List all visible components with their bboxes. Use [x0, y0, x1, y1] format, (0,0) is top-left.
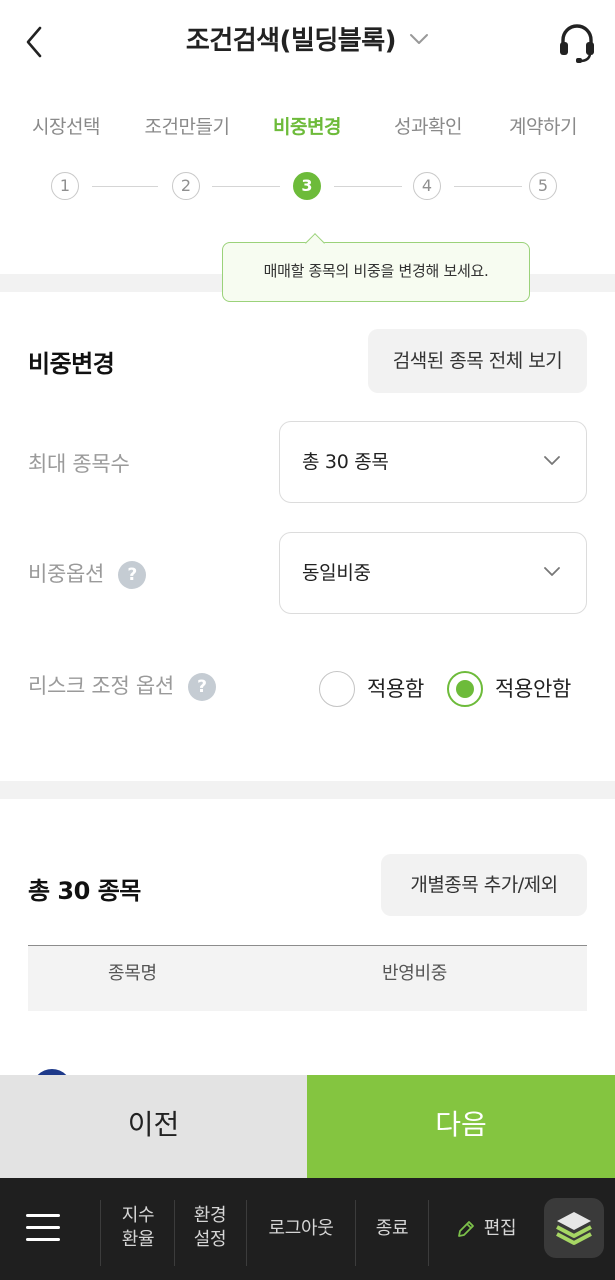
step-change-weight[interactable]: 비중변경: [247, 112, 367, 142]
risk-not-apply-label: 적용안함: [495, 677, 572, 701]
bar-divider: [428, 1200, 429, 1266]
step-contract[interactable]: 계약하기: [483, 112, 603, 142]
step-connector: [92, 186, 158, 187]
step-market-select[interactable]: 시장선택: [6, 112, 126, 142]
index-rate-button[interactable]: 지수 환율: [106, 1178, 170, 1280]
page-title: 조건검색(빌딩블록): [185, 26, 397, 56]
help-icon[interactable]: ?: [118, 561, 147, 589]
step-number-1: 1: [51, 172, 79, 200]
customer-support-button[interactable]: [556, 20, 598, 64]
stock-table-header: 종목명 반영비중: [28, 945, 587, 1011]
view-all-stocks-button[interactable]: 검색된 종목 전체 보기: [368, 329, 587, 393]
settings-button[interactable]: 환경 설정: [178, 1178, 242, 1280]
step-label-active: 비중변경: [273, 116, 341, 138]
app-header: 조건검색(빌딩블록): [0, 0, 615, 84]
weight-section-title: 비중변경: [28, 350, 115, 378]
risk-apply-radio[interactable]: 적용함: [319, 669, 433, 709]
step-label: 조건만들기: [144, 116, 230, 138]
risk-apply-label: 적용함: [367, 677, 425, 701]
layers-button[interactable]: [544, 1198, 604, 1258]
settings-label-line1: 환경: [193, 1205, 227, 1226]
total-stocks-title: 총 30 종목: [28, 877, 141, 905]
step-number-3: 3: [293, 172, 321, 200]
risk-option-label-row: 리스크 조정 옵션?: [28, 670, 216, 701]
guide-tooltip: 매매할 종목의 비중을 변경해 보세요.: [222, 242, 530, 302]
app-bottom-bar: 지수 환율 환경 설정 로그아웃 종료 편집: [0, 1178, 615, 1280]
step-label: 계약하기: [509, 116, 577, 138]
radio-checked-icon: [447, 671, 483, 707]
max-stocks-value: 총 30 종목: [302, 451, 389, 473]
bar-divider: [174, 1200, 175, 1266]
index-rate-label-line2: 환율: [121, 1229, 155, 1250]
step-number-5: 5: [529, 172, 557, 200]
max-stocks-select[interactable]: 총 30 종목: [279, 421, 587, 503]
risk-not-apply-radio[interactable]: 적용안함: [447, 669, 583, 709]
edit-label: 편집: [483, 1218, 517, 1239]
weight-option-label: 비중옵션: [28, 562, 105, 586]
step-label: 성과확인: [394, 116, 462, 138]
step-connector: [454, 186, 522, 187]
step-make-conditions[interactable]: 조건만들기: [127, 112, 247, 142]
bar-divider: [100, 1200, 101, 1266]
title-dropdown[interactable]: 조건검색(빌딩블록): [0, 20, 615, 57]
step-check-performance[interactable]: 성과확인: [368, 112, 488, 142]
step-connector: [334, 186, 402, 187]
column-header-weight: 반영비중: [382, 963, 448, 984]
chevron-down-icon: [410, 33, 429, 44]
chevron-down-icon: [544, 456, 560, 465]
exit-button[interactable]: 종료: [360, 1178, 424, 1280]
edit-button[interactable]: 편집: [440, 1178, 532, 1280]
step-label: 시장선택: [32, 116, 100, 138]
step-number-2: 2: [172, 172, 200, 200]
radio-dot: [456, 680, 474, 698]
step-number-4: 4: [413, 172, 441, 200]
settings-label-line2: 설정: [193, 1229, 227, 1250]
prev-button[interactable]: 이전: [0, 1075, 307, 1178]
max-stocks-label: 최대 종목수: [28, 452, 130, 476]
pencil-icon: [457, 1221, 474, 1237]
radio-unchecked-icon: [319, 671, 355, 707]
layers-icon: [556, 1212, 592, 1245]
bar-divider: [246, 1200, 247, 1266]
weight-option-value: 동일비중: [302, 562, 371, 584]
next-button[interactable]: 다음: [307, 1075, 615, 1178]
index-rate-label-line1: 지수: [121, 1205, 155, 1226]
menu-button[interactable]: [18, 1208, 70, 1248]
column-header-stock-name: 종목명: [108, 963, 157, 984]
help-icon[interactable]: ?: [187, 673, 216, 701]
headset-icon: [560, 24, 594, 63]
step-connector: [212, 186, 280, 187]
edit-stocks-button[interactable]: 개별종목 추가/제외: [381, 854, 587, 916]
chevron-down-icon: [544, 567, 560, 576]
logout-button[interactable]: 로그아웃: [252, 1178, 350, 1280]
risk-option-label: 리스크 조정 옵션: [28, 674, 174, 698]
progress-stepper: 시장선택 1 조건만들기 2 비중변경 3 성과확인 4 계약하기 5: [0, 112, 615, 212]
bar-divider: [355, 1200, 356, 1266]
weight-option-select[interactable]: 동일비중: [279, 532, 587, 614]
section-divider: [0, 781, 615, 799]
weight-option-label-row: 비중옵션?: [28, 558, 147, 589]
